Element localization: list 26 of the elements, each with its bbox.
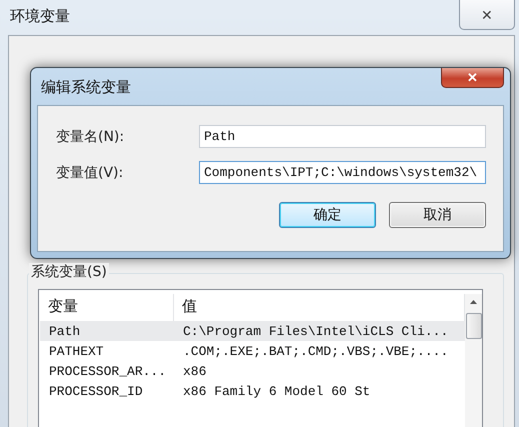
variable-value: C:\Program Files\Intel\iCLS Cli...: [182, 324, 450, 338]
variable-value: x86 Family 6 Model 60 St: [182, 384, 372, 398]
variable-name: PROCESSOR_ID: [48, 384, 144, 398]
close-button[interactable]: ✕: [459, 0, 515, 30]
list-row[interactable]: PATHEXT .COM;.EXE;.BAT;.CMD;.VBS;.VBE;....: [40, 341, 465, 361]
list-row[interactable]: PROCESSOR_ID x86 Family 6 Model 60 St: [40, 381, 465, 401]
variable-name: Path: [48, 324, 82, 338]
list-row[interactable]: Path C:\Program Files\Intel\iCLS Cli...: [40, 321, 465, 341]
group-title: 系统变量(S): [29, 263, 109, 281]
field-label: 变量名(N):: [56, 128, 126, 146]
window-title: 环境变量: [10, 7, 70, 26]
field-label: 变量值(V):: [56, 164, 124, 182]
dialog-title: 编辑系统变量: [41, 78, 131, 97]
scroll-up-icon[interactable]: [470, 300, 477, 304]
scroll-thumb[interactable]: [466, 313, 482, 339]
variable-value: .COM;.EXE;.BAT;.CMD;.VBS;.VBE;....: [182, 344, 450, 358]
variable-value: x86: [182, 364, 208, 378]
ok-button[interactable]: 确定: [279, 202, 376, 228]
list-row[interactable]: PROCESSOR_AR... x86: [40, 361, 465, 381]
close-button[interactable]: ✕: [441, 68, 504, 88]
variable-name: PROCESSOR_AR...: [48, 364, 168, 378]
input-field[interactable]: Path: [199, 125, 486, 148]
input-field[interactable]: Components\IPT;C:\windows\system32\: [199, 161, 486, 184]
variable-name: PATHEXT: [48, 344, 105, 358]
scrollbar[interactable]: [465, 294, 482, 427]
cancel-button[interactable]: 取消: [389, 202, 486, 228]
